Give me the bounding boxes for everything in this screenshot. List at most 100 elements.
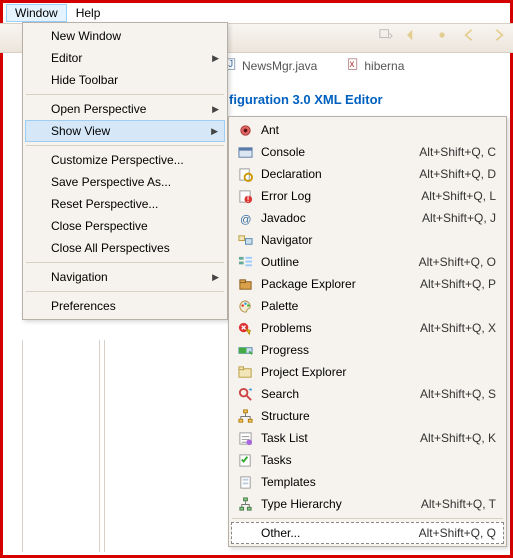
submenu-problems[interactable]: Problems Alt+Shift+Q, X [231, 317, 504, 339]
submenu-label: Problems [261, 321, 312, 335]
svg-text:@: @ [239, 214, 250, 226]
svg-text:x: x [350, 59, 355, 70]
menu-save-perspective-as[interactable]: Save Perspective As... [25, 171, 225, 193]
submenu-shortcut: Alt+Shift+Q, Q [419, 526, 496, 540]
submenu-other[interactable]: Other... Alt+Shift+Q, Q [231, 522, 504, 544]
submenu-label: Templates [261, 475, 316, 489]
menu-separator [26, 94, 224, 95]
chevron-right-icon: ▶ [212, 272, 219, 283]
tab-label: NewsMgr.java [242, 59, 317, 73]
submenu-label: Palette [261, 299, 298, 313]
tasks-icon [237, 452, 253, 468]
editor-title: figuration 3.0 XML Editor [229, 92, 383, 107]
submenu-outline[interactable]: OutlineAlt+Shift+Q, O [231, 251, 504, 273]
submenu-label: Type Hierarchy [261, 497, 342, 511]
menu-separator [232, 518, 503, 519]
tab-label: hiberna [364, 59, 404, 73]
submenu-palette[interactable]: Palette [231, 295, 504, 317]
menu-show-view[interactable]: Show View▶ [25, 120, 225, 142]
show-view-submenu: Ant Console Alt+Shift+Q, C Declaration Alt+S… [228, 116, 507, 547]
toolbar-icons [379, 28, 505, 42]
nav-dot-icon[interactable] [435, 28, 449, 42]
palette-icon [237, 298, 253, 314]
submenu-label: Progress [261, 343, 309, 357]
submenu-tasks[interactable]: Tasks [231, 449, 504, 471]
svg-text:!: ! [246, 193, 249, 204]
submenu-shortcut: Alt+Shift+Q, C [419, 145, 496, 159]
tab-hibernate[interactable]: x hiberna [347, 58, 404, 74]
submenu-shortcut: Alt+Shift+Q, K [420, 431, 496, 445]
submenu-javadoc[interactable]: @ Javadoc Alt+Shift+Q, J [231, 207, 504, 229]
submenu-shortcut: Alt+Shift+Q, P [420, 277, 496, 291]
menu-editor[interactable]: Editor▶ [25, 47, 225, 69]
submenu-project-explorer[interactable]: Project Explorer [231, 361, 504, 383]
type-hierarchy-icon [237, 496, 253, 512]
submenu-label: Error Log [261, 189, 311, 203]
nav-right-icon[interactable] [491, 28, 505, 42]
submenu-console[interactable]: Console Alt+Shift+Q, C [231, 141, 504, 163]
menu-reset-perspective[interactable]: Reset Perspective... [25, 193, 225, 215]
submenu-label: Declaration [261, 167, 322, 181]
project-explorer-icon [237, 364, 253, 380]
structure-icon [237, 408, 253, 424]
menu-separator [26, 262, 224, 263]
menubar-help[interactable]: Help [67, 4, 110, 22]
submenu-label: Project Explorer [261, 365, 346, 379]
submenu-shortcut: Alt+Shift+Q, X [420, 321, 496, 335]
submenu-progress[interactable]: Progress [231, 339, 504, 361]
submenu-error-log[interactable]: ! Error Log Alt+Shift+Q, L [231, 185, 504, 207]
xml-file-icon: x [347, 58, 360, 74]
menu-hide-toolbar[interactable]: Hide Toolbar [25, 69, 225, 91]
svg-text:J: J [228, 59, 233, 70]
task-list-icon [237, 430, 253, 446]
ant-icon [237, 122, 253, 138]
submenu-shortcut: Alt+Shift+Q, L [421, 189, 496, 203]
submenu-type-hierarchy[interactable]: Type Hierarchy Alt+Shift+Q, T [231, 493, 504, 515]
submenu-label: Search [261, 387, 299, 401]
menubar: Window Help [6, 4, 109, 22]
menu-open-perspective[interactable]: Open Perspective▶ [25, 98, 225, 120]
submenu-shortcut: Alt+Shift+Q, S [420, 387, 496, 401]
outline-icon [237, 254, 253, 270]
submenu-structure[interactable]: Structure [231, 405, 504, 427]
navigator-icon [237, 232, 253, 248]
tab-newsmgr[interactable]: J NewsMgr.java [225, 58, 317, 74]
menu-customize-perspective[interactable]: Customize Perspective... [25, 149, 225, 171]
submenu-label: Navigator [261, 233, 312, 247]
submenu-search[interactable]: Search Alt+Shift+Q, S [231, 383, 504, 405]
submenu-shortcut: Alt+Shift+Q, D [419, 167, 496, 181]
submenu-label: Console [261, 145, 305, 159]
javadoc-icon: @ [237, 210, 253, 226]
submenu-ant[interactable]: Ant [231, 119, 504, 141]
nav-left-icon[interactable] [463, 28, 477, 42]
error-log-icon: ! [237, 188, 253, 204]
submenu-shortcut: Alt+Shift+Q, J [422, 211, 496, 225]
menu-preferences[interactable]: Preferences [25, 295, 225, 317]
editor-tabs: J NewsMgr.java x hiberna [225, 55, 404, 77]
chevron-right-icon: ▶ [212, 104, 219, 115]
search-icon [237, 386, 253, 402]
menu-navigation[interactable]: Navigation▶ [25, 266, 225, 288]
submenu-label: Javadoc [261, 211, 306, 225]
submenu-navigator[interactable]: Navigator [231, 229, 504, 251]
submenu-label: Task List [261, 431, 308, 445]
menu-new-window[interactable]: New Window [25, 25, 225, 47]
progress-icon [237, 342, 253, 358]
submenu-label: Tasks [261, 453, 292, 467]
submenu-declaration[interactable]: Declaration Alt+Shift+Q, D [231, 163, 504, 185]
submenu-shortcut: Alt+Shift+Q, T [421, 497, 496, 511]
submenu-task-list[interactable]: Task List Alt+Shift+Q, K [231, 427, 504, 449]
submenu-label: Other... [261, 526, 300, 540]
toolbar-dropdown-icon[interactable] [379, 28, 393, 42]
submenu-package-explorer[interactable]: Package ExplorerAlt+Shift+Q, P [231, 273, 504, 295]
menu-close-all-perspectives[interactable]: Close All Perspectives [25, 237, 225, 259]
menu-close-perspective[interactable]: Close Perspective [25, 215, 225, 237]
submenu-templates[interactable]: Templates [231, 471, 504, 493]
menu-separator [26, 145, 224, 146]
templates-icon [237, 474, 253, 490]
declaration-icon [237, 166, 253, 182]
submenu-shortcut: Alt+Shift+Q, O [419, 255, 496, 269]
menubar-window[interactable]: Window [6, 4, 67, 22]
window-menu: New Window Editor▶ Hide Toolbar Open Per… [22, 22, 228, 320]
nav-back-icon[interactable] [407, 28, 421, 42]
